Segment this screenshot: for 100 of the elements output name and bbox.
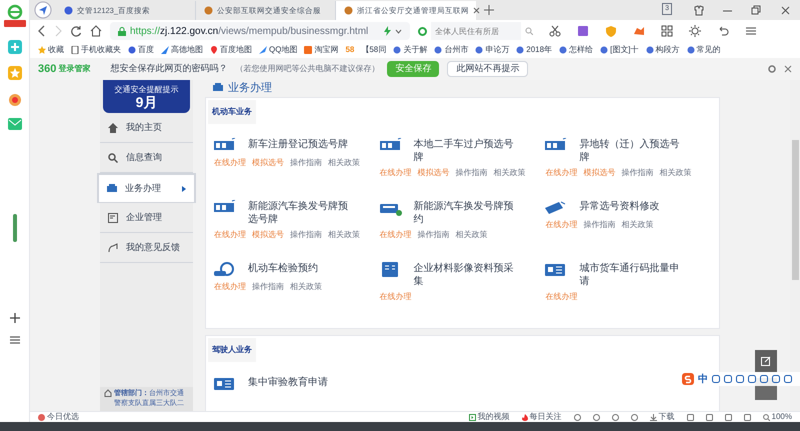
- plate-icon: [545, 200, 568, 216]
- brightness-icon[interactable]: [689, 25, 701, 37]
- bookmark-item[interactable]: 收藏: [38, 44, 64, 56]
- game-icon[interactable]: [633, 25, 645, 37]
- page-title: 业务办理: [228, 81, 272, 96]
- service-link[interactable]: 相关政策: [494, 166, 526, 178]
- bookmark-item[interactable]: 百度地图: [210, 44, 252, 56]
- service-link[interactable]: 操作指南: [583, 218, 616, 230]
- bookmark-item[interactable]: 构段方: [646, 44, 680, 56]
- scissors-icon[interactable]: [549, 25, 561, 37]
- back-icon[interactable]: [38, 25, 46, 37]
- bookmark-item[interactable]: 高德地图: [161, 44, 203, 56]
- bookmark-item[interactable]: 台州市: [434, 44, 468, 56]
- bookmark-item[interactable]: 【58同: [361, 44, 386, 56]
- menu-icon[interactable]: [745, 25, 757, 37]
- grid-icon[interactable]: [661, 25, 673, 37]
- restore-icon[interactable]: [751, 5, 762, 16]
- service-link[interactable]: 操作指南: [252, 280, 284, 292]
- sidebar-item[interactable]: 我的主页: [100, 113, 193, 143]
- plate-icon: [214, 262, 236, 278]
- ime-logo-icon[interactable]: [682, 373, 694, 385]
- status-link[interactable]: 下载: [658, 411, 675, 423]
- bookmark-item[interactable]: 怎样给: [559, 44, 594, 56]
- sidebar-item[interactable]: 业务办理: [97, 173, 196, 203]
- caret-icon[interactable]: [395, 28, 402, 34]
- close-icon[interactable]: [784, 65, 792, 73]
- service-link[interactable]: 操作指南: [290, 228, 322, 240]
- menu-item-icon: [108, 242, 118, 252]
- menu-item-icon: [108, 152, 118, 162]
- bookmark-icon: [304, 46, 312, 54]
- service-title: 新能源汽车换发号牌预约: [414, 200, 514, 226]
- settings-icon[interactable]: [768, 65, 776, 73]
- lightning-icon[interactable]: [384, 26, 391, 36]
- bookmark-item[interactable]: 2018年: [516, 44, 552, 56]
- star-icon[interactable]: [8, 66, 22, 80]
- service-link[interactable]: 操作指南: [418, 228, 450, 240]
- reload-icon[interactable]: [70, 25, 82, 37]
- bookmark-item[interactable]: 关于解: [393, 44, 428, 56]
- bookmark-icon: [71, 46, 79, 54]
- logo-text: 360: [38, 62, 56, 77]
- browser-logo-icon[interactable]: [4, 4, 26, 28]
- section-title: 驾驶人业务: [208, 338, 256, 362]
- site-icon: [344, 6, 353, 15]
- status-link[interactable]: 我的视频: [478, 411, 510, 423]
- menu-icon[interactable]: [10, 336, 20, 344]
- service-title: 新能源汽车换发号牌预选号牌: [248, 200, 348, 226]
- service-link[interactable]: 相关政策: [328, 156, 360, 168]
- weibo-icon[interactable]: [8, 92, 22, 106]
- bookmark-item[interactable]: 淘宝网: [304, 44, 338, 56]
- banner-month: 9月: [136, 94, 158, 111]
- play-icon: [468, 414, 476, 420]
- service-link[interactable]: 操作指南: [621, 166, 654, 178]
- service-link[interactable]: 相关政策: [456, 228, 488, 240]
- service-link[interactable]: 相关政策: [328, 228, 360, 240]
- bookmark-icon: [210, 46, 218, 54]
- close-icon[interactable]: [780, 5, 791, 16]
- zoom-level[interactable]: 100%: [772, 411, 792, 423]
- service-title: 本地二手车过户预选号牌: [414, 138, 514, 164]
- bookmark-icon: [434, 46, 442, 54]
- bookmark-item[interactable]: 百度: [128, 44, 154, 56]
- note-icon[interactable]: [577, 25, 589, 37]
- bookmark-item[interactable]: [图文]十: [600, 44, 639, 56]
- sidebar-item[interactable]: 企业管理: [100, 203, 193, 233]
- status-link[interactable]: 每日关注: [530, 411, 562, 423]
- url-text: https://zj.122.gov.cn/views/mempub/businessmgr.html: [130, 24, 368, 38]
- address-bar[interactable]: https://zj.122.gov.cn/views/mempub/businessmgr.html: [110, 22, 410, 40]
- service-link[interactable]: 相关政策: [659, 166, 692, 178]
- service-link[interactable]: 操作指南: [290, 156, 322, 168]
- new-tab-icon[interactable]: [484, 5, 494, 15]
- close-icon[interactable]: [473, 7, 480, 14]
- brand-name: 登录管家: [58, 63, 90, 75]
- bookmark-item[interactable]: QQ地图: [259, 44, 298, 56]
- bookmark-icon: [475, 46, 484, 54]
- bookmark-icon: [161, 46, 169, 54]
- service-link[interactable]: 操作指南: [456, 166, 488, 178]
- service-link[interactable]: 相关政策: [290, 280, 322, 292]
- site-icon: [64, 6, 73, 15]
- section-title: 机动车业务: [208, 100, 256, 124]
- back-circle-icon[interactable]: [34, 1, 52, 19]
- status-link[interactable]: 今日优选: [47, 411, 79, 423]
- add-icon[interactable]: [8, 312, 20, 324]
- bookmark-icon: [128, 46, 136, 54]
- service-title: 城市货车通行码批量申请: [579, 262, 680, 288]
- caret-icon: [182, 186, 186, 192]
- home-icon: [104, 389, 112, 397]
- download-icon: [650, 414, 657, 420]
- home-icon[interactable]: [90, 25, 102, 37]
- ime-mode[interactable]: 中: [698, 372, 708, 386]
- banner-title: 交通安全提醒提示: [114, 86, 178, 94]
- feedback-button[interactable]: [755, 350, 777, 372]
- service-link[interactable]: 相关政策: [621, 218, 654, 230]
- bookmark-item[interactable]: 手机收藏夹: [71, 44, 121, 56]
- site-icon: [204, 6, 213, 15]
- bookmark-item[interactable]: 申论万: [475, 44, 510, 56]
- bookmark-item[interactable]: 常见的: [686, 44, 721, 56]
- sidebar-item[interactable]: 我的意见反馈: [100, 233, 193, 263]
- dismiss-button[interactable]: 此网站不再提示: [447, 61, 528, 77]
- search-field[interactable]: 全体人民住有所居: [431, 22, 521, 40]
- undo-icon[interactable]: [717, 25, 729, 37]
- service-title: 集中审验教育申请: [248, 376, 329, 390]
